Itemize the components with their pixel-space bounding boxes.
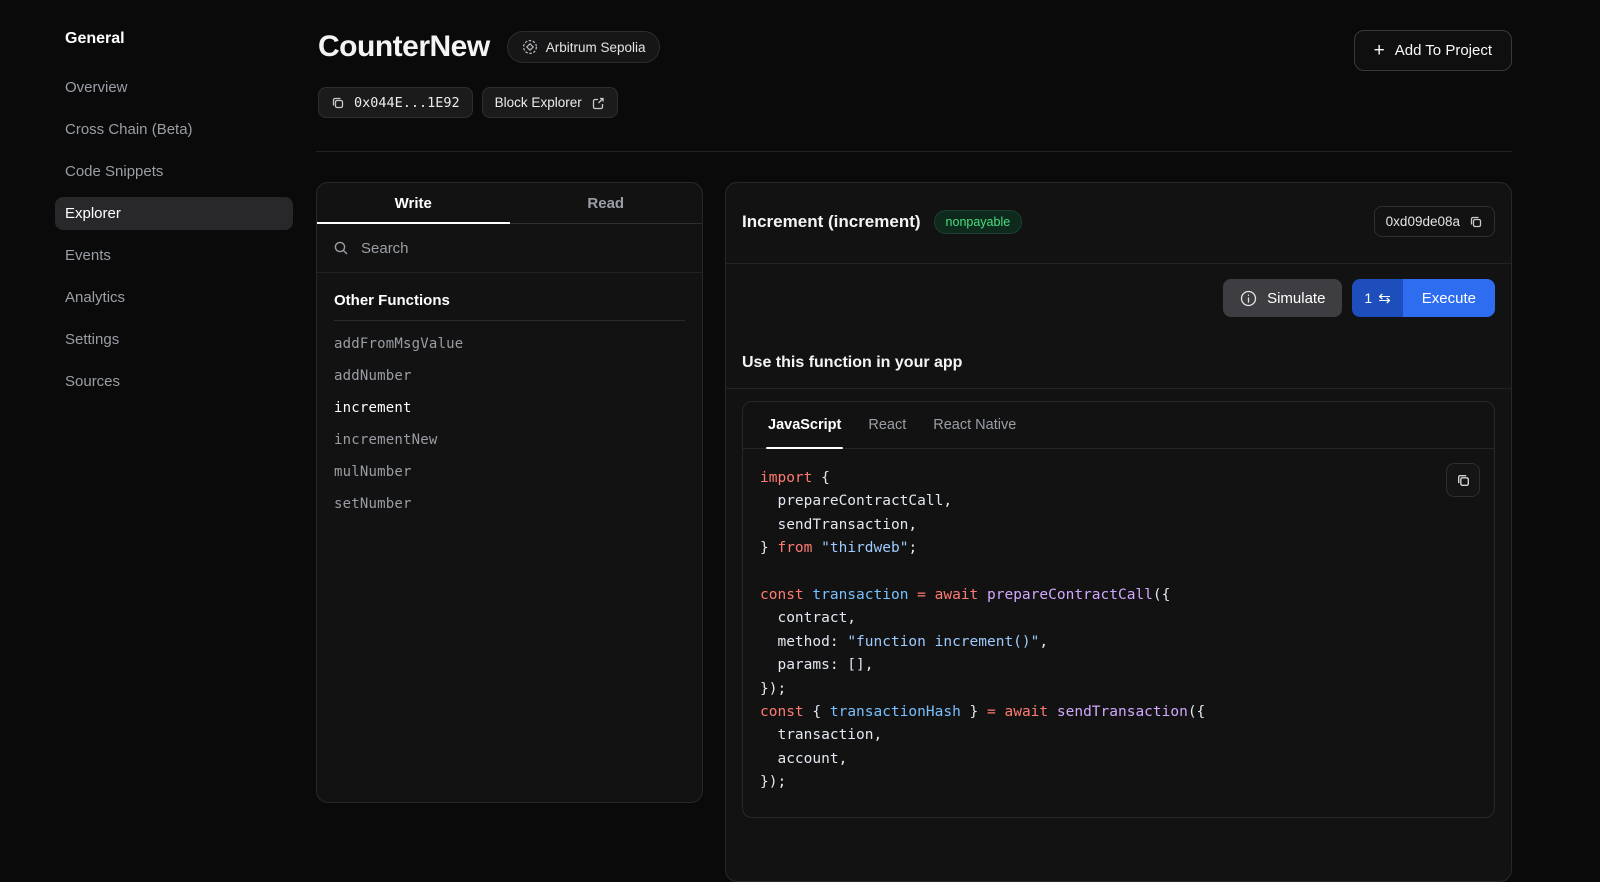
sidebar-item-sources[interactable]: Sources: [55, 365, 293, 398]
search-icon: [333, 240, 349, 256]
code-area: import { prepareContractCall, sendTransa…: [743, 449, 1494, 817]
tab-react[interactable]: React: [868, 402, 906, 448]
page-title: CounterNew: [318, 30, 490, 64]
function-search-row: [317, 224, 702, 273]
chain-badge[interactable]: Arbitrum Sepolia: [507, 31, 661, 63]
execute-button[interactable]: Execute: [1403, 279, 1495, 317]
code-line: import {: [760, 467, 1434, 490]
sidebar-item-analytics[interactable]: Analytics: [55, 281, 293, 314]
function-detail-panel: Increment (increment) nonpayable 0xd09de…: [725, 182, 1512, 882]
sidebar: General Overview Cross Chain (Beta) Code…: [0, 0, 316, 407]
contract-address: 0x044E...1E92: [354, 95, 460, 111]
usage-heading: Use this function in your app: [726, 317, 1511, 388]
tab-write[interactable]: Write: [317, 183, 510, 223]
sidebar-nav: Overview Cross Chain (Beta) Code Snippet…: [55, 71, 293, 398]
function-item-addfrommsgvalue[interactable]: addFromMsgValue: [334, 328, 685, 360]
sidebar-item-code-snippets[interactable]: Code Snippets: [55, 155, 293, 188]
sidebar-item-events[interactable]: Events: [55, 239, 293, 272]
function-group-title: Other Functions: [334, 292, 685, 321]
simulate-label: Simulate: [1267, 290, 1325, 307]
sidebar-item-overview[interactable]: Overview: [55, 71, 293, 104]
code-line: const { transactionHash } = await sendTr…: [760, 701, 1434, 724]
header-divider: [316, 151, 1512, 152]
function-detail-title: Increment (increment): [742, 212, 921, 232]
function-item-setnumber[interactable]: setNumber: [334, 488, 685, 520]
function-item-increment[interactable]: increment: [334, 392, 685, 424]
code-line: });: [760, 678, 1434, 701]
code-line: [760, 561, 1434, 584]
execute-split-button: 1 ⇆ Execute: [1352, 279, 1495, 317]
copy-code-button[interactable]: [1446, 463, 1480, 497]
code-line: transaction,: [760, 724, 1434, 747]
functions-panel: Write Read Other Functions addFromMsgVal…: [316, 182, 703, 803]
function-item-incrementnew[interactable]: incrementNew: [334, 424, 685, 456]
code-line: account,: [760, 748, 1434, 771]
code-line: sendTransaction,: [760, 514, 1434, 537]
usage-divider: [726, 388, 1511, 389]
code-tabbar: JavaScript React React Native: [743, 402, 1494, 449]
function-item-mulnumber[interactable]: mulNumber: [334, 456, 685, 488]
swap-icon: ⇆: [1378, 291, 1391, 306]
execute-count: 1: [1364, 290, 1372, 306]
function-selector: 0xd09de08a: [1386, 214, 1460, 229]
execute-label: Execute: [1422, 290, 1476, 307]
info-icon: [1240, 290, 1257, 307]
code-block: import { prepareContractCall, sendTransa…: [760, 467, 1434, 795]
block-explorer-button[interactable]: Block Explorer: [482, 87, 618, 118]
code-line: contract,: [760, 607, 1434, 630]
code-line: const transaction = await prepareContrac…: [760, 584, 1434, 607]
sidebar-item-cross-chain[interactable]: Cross Chain (Beta): [55, 113, 293, 146]
execute-count-button[interactable]: 1 ⇆: [1352, 279, 1402, 317]
chain-badge-label: Arbitrum Sepolia: [546, 40, 646, 55]
copy-icon: [1469, 215, 1483, 229]
add-to-project-button[interactable]: + Add To Project: [1354, 30, 1512, 71]
add-to-project-label: Add To Project: [1395, 42, 1492, 59]
tab-javascript[interactable]: JavaScript: [768, 402, 841, 448]
tab-react-native[interactable]: React Native: [933, 402, 1016, 448]
write-read-tabbar: Write Read: [317, 183, 702, 224]
copy-icon: [1456, 473, 1471, 488]
code-line: });: [760, 771, 1434, 794]
chain-network-icon: [522, 39, 538, 55]
contract-address-button[interactable]: 0x044E...1E92: [318, 87, 473, 118]
sidebar-item-settings[interactable]: Settings: [55, 323, 293, 356]
function-selector-button[interactable]: 0xd09de08a: [1374, 206, 1495, 237]
tab-read[interactable]: Read: [510, 183, 703, 223]
copy-icon: [331, 96, 345, 110]
code-line: method: "function increment()",: [760, 631, 1434, 654]
function-item-addnumber[interactable]: addNumber: [334, 360, 685, 392]
code-line: prepareContractCall,: [760, 490, 1434, 513]
sidebar-heading: General: [65, 30, 292, 48]
page-header: CounterNew Arbitrum Sepolia 0x044E...1E9…: [318, 0, 660, 118]
sidebar-item-explorer[interactable]: Explorer: [55, 197, 293, 230]
simulate-button[interactable]: Simulate: [1223, 279, 1342, 317]
external-link-icon: [591, 96, 605, 110]
block-explorer-label: Block Explorer: [495, 95, 582, 110]
code-line: params: [],: [760, 654, 1434, 677]
function-search-input[interactable]: [359, 239, 686, 258]
mutability-badge: nonpayable: [934, 210, 1023, 234]
code-card: JavaScript React React Native import { p…: [742, 401, 1495, 818]
plus-icon: +: [1374, 41, 1385, 60]
code-line: } from "thirdweb";: [760, 537, 1434, 560]
